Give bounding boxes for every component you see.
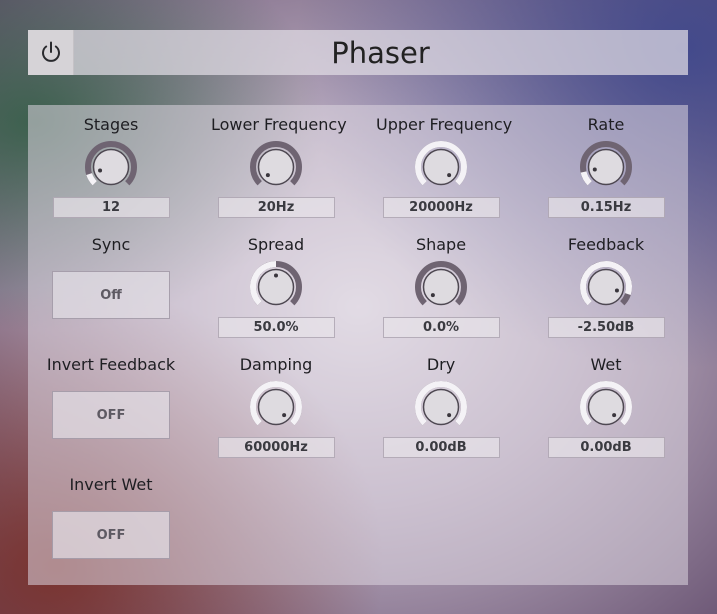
stages-control: Stages 12: [46, 115, 176, 218]
invert-wet-toggle[interactable]: OFF: [52, 511, 170, 559]
dry-control: Dry 0.00dB: [376, 355, 506, 458]
knob-value-arc: [580, 171, 592, 186]
knob-pointer: [282, 413, 287, 418]
feedback-label: Feedback: [567, 235, 645, 254]
damping-control: Damping 60000Hz: [211, 355, 341, 458]
spread-control: Spread 50.0%: [211, 235, 341, 338]
knob-cap: [257, 388, 295, 426]
power-button[interactable]: [28, 30, 74, 75]
lower-frequency-control: Lower Frequency 20Hz: [211, 115, 347, 218]
knob-cap: [587, 148, 625, 186]
damping-value[interactable]: 60000Hz: [217, 437, 335, 458]
dry-label: Dry: [426, 355, 456, 374]
dry-knob[interactable]: [411, 377, 471, 437]
power-icon: [41, 41, 60, 62]
rate-knob[interactable]: [576, 137, 636, 197]
spread-knob[interactable]: [246, 257, 306, 317]
rate-value[interactable]: 0.15Hz: [547, 197, 665, 218]
damping-label: Damping: [239, 355, 313, 374]
upper-frequency-value[interactable]: 20000Hz: [382, 197, 500, 218]
rate-control: Rate 0.15Hz: [541, 115, 671, 218]
controls-panel: Stages 12 Sync Off Invert Feedback OFF I…: [28, 105, 688, 585]
knob-pointer: [614, 288, 619, 293]
lower-frequency-value[interactable]: 20Hz: [217, 197, 335, 218]
invert-wet-control: Invert Wet OFF: [46, 475, 176, 559]
knob-cap: [422, 388, 460, 426]
stages-value[interactable]: 12: [52, 197, 170, 218]
shape-value[interactable]: 0.0%: [382, 317, 500, 338]
wet-control: Wet 0.00dB: [541, 355, 671, 458]
damping-knob[interactable]: [246, 377, 306, 437]
knob-pointer: [274, 273, 278, 278]
spread-label: Spread: [247, 235, 305, 254]
dry-value[interactable]: 0.00dB: [382, 437, 500, 458]
knob-pointer: [447, 413, 452, 418]
invert-feedback-toggle[interactable]: OFF: [52, 391, 170, 439]
header-bar: Phaser: [28, 30, 688, 75]
invert-wet-label: Invert Wet: [69, 475, 153, 494]
knob-cap: [422, 148, 460, 186]
lower-frequency-label: Lower Frequency: [211, 115, 347, 134]
shape-label: Shape: [415, 235, 467, 254]
shape-knob[interactable]: [411, 257, 471, 317]
knob-cap: [587, 388, 625, 426]
sync-label: Sync: [91, 235, 131, 254]
upper-frequency-knob[interactable]: [411, 137, 471, 197]
knob-pointer: [265, 173, 270, 178]
wet-knob[interactable]: [576, 377, 636, 437]
knob-pointer: [430, 293, 435, 298]
upper-frequency-label: Upper Frequency: [376, 115, 513, 134]
stages-label: Stages: [83, 115, 139, 134]
sync-toggle[interactable]: Off: [52, 271, 170, 319]
invert-feedback-control: Invert Feedback OFF: [46, 355, 176, 439]
knob-cap: [422, 268, 460, 306]
feedback-value[interactable]: -2.50dB: [547, 317, 665, 338]
lower-frequency-knob[interactable]: [246, 137, 306, 197]
sync-control: Sync Off: [46, 235, 176, 319]
knob-value-arc: [86, 173, 97, 186]
wet-label: Wet: [590, 355, 622, 374]
knob-cap: [587, 268, 625, 306]
stages-knob[interactable]: [81, 137, 141, 197]
invert-feedback-label: Invert Feedback: [46, 355, 176, 374]
spread-value[interactable]: 50.0%: [217, 317, 335, 338]
shape-control: Shape 0.0%: [376, 235, 506, 338]
knob-cap: [257, 148, 295, 186]
plugin-title: Phaser: [331, 35, 430, 70]
knob-pointer: [98, 168, 103, 173]
knob-pointer: [612, 413, 617, 418]
knob-cap: [92, 148, 130, 186]
upper-frequency-control: Upper Frequency 20000Hz: [376, 115, 513, 218]
feedback-knob[interactable]: [576, 257, 636, 317]
feedback-control: Feedback -2.50dB: [541, 235, 671, 338]
wet-value[interactable]: 0.00dB: [547, 437, 665, 458]
knob-pointer: [447, 173, 452, 178]
knob-pointer: [592, 167, 597, 172]
rate-label: Rate: [587, 115, 625, 134]
